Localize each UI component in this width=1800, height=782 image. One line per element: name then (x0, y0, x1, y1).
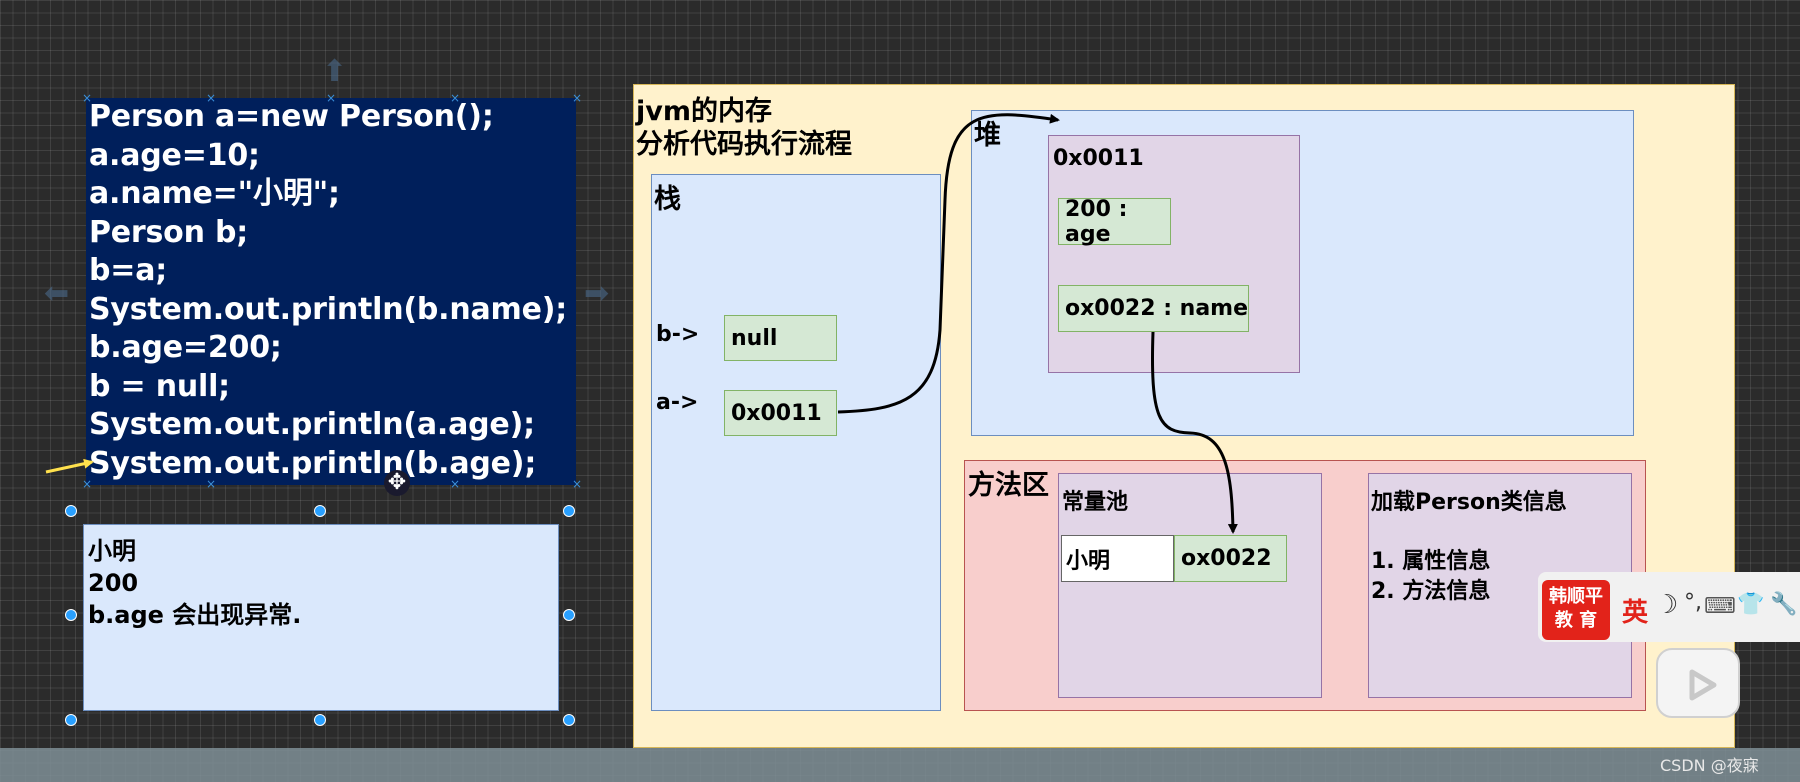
bottom-bar (0, 748, 1800, 782)
ime-logo[interactable]: 韩顺平 教 育 (1542, 580, 1610, 640)
arrow-name-to-pool (1151, 331, 1238, 534)
arrow-a-to-heap (837, 113, 1060, 414)
ime-lang-toggle[interactable]: 英 (1622, 592, 1648, 629)
keyboard-icon[interactable]: ⌨ (1704, 594, 1736, 619)
moon-icon[interactable]: ☽ (1655, 590, 1678, 620)
connector-layer (45, 113, 1238, 534)
yellow-pointer-arrow (45, 458, 94, 474)
ime-logo-line1: 韩顺平 (1549, 586, 1603, 607)
shirt-icon[interactable]: 👕 (1737, 592, 1764, 617)
watermark: CSDN @夜寐 (1660, 756, 1759, 775)
wrench-icon[interactable]: 🔧 (1770, 592, 1797, 617)
ime-logo-line2: 教 育 (1554, 610, 1598, 631)
play-icon (1689, 669, 1717, 701)
play-button[interactable] (1656, 648, 1740, 718)
punctuation-toggle[interactable]: °, (1684, 590, 1702, 615)
